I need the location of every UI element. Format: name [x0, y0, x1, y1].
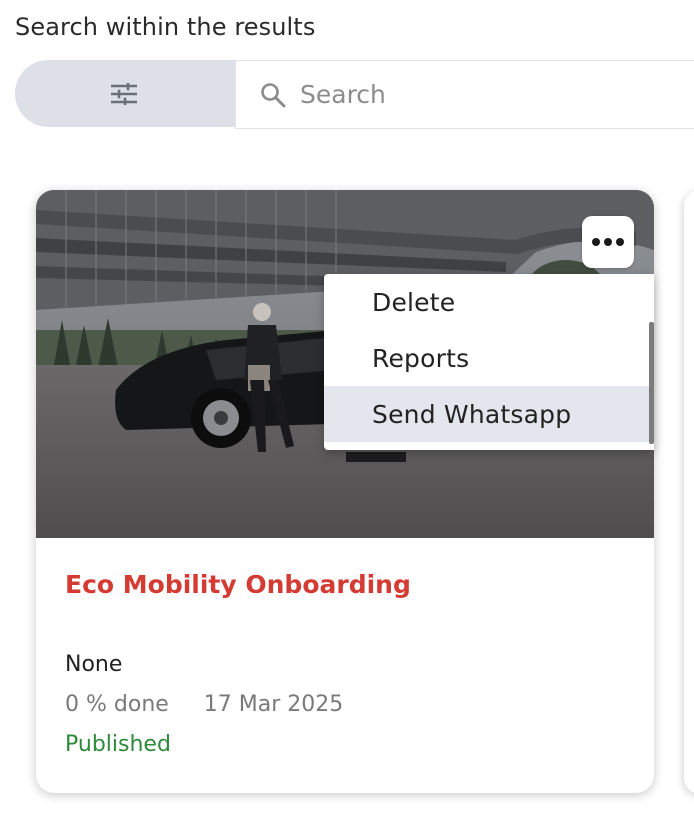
- card-category: None: [65, 652, 123, 677]
- status-badge: Published: [65, 732, 171, 757]
- card-body: Eco Mobility Onboarding None 0 % done 17…: [65, 570, 411, 757]
- tune-sliders-icon: [111, 82, 137, 105]
- next-card-edge: [684, 190, 694, 794]
- search-input[interactable]: [298, 79, 682, 110]
- search-box[interactable]: [235, 60, 694, 129]
- card-title[interactable]: Eco Mobility Onboarding: [65, 570, 411, 599]
- more-options-button[interactable]: [582, 216, 634, 268]
- more-horizontal-icon: [592, 238, 624, 246]
- menu-scrollbar[interactable]: [649, 322, 654, 444]
- card-meta-row: 0 % done 17 Mar 2025: [65, 692, 343, 717]
- filter-button[interactable]: [15, 60, 255, 127]
- menu-item-reports[interactable]: Reports: [324, 330, 654, 386]
- card-progress: 0 % done: [65, 692, 169, 717]
- menu-item-send-whatsapp[interactable]: Send Whatsapp: [324, 386, 654, 442]
- menu-item-delete[interactable]: Delete: [324, 274, 654, 330]
- card-date: 17 Mar 2025: [203, 692, 344, 717]
- search-icon: [261, 82, 286, 107]
- card-context-menu: Delete Reports Send Whatsapp: [324, 274, 654, 450]
- search-heading: Search within the results: [15, 13, 316, 41]
